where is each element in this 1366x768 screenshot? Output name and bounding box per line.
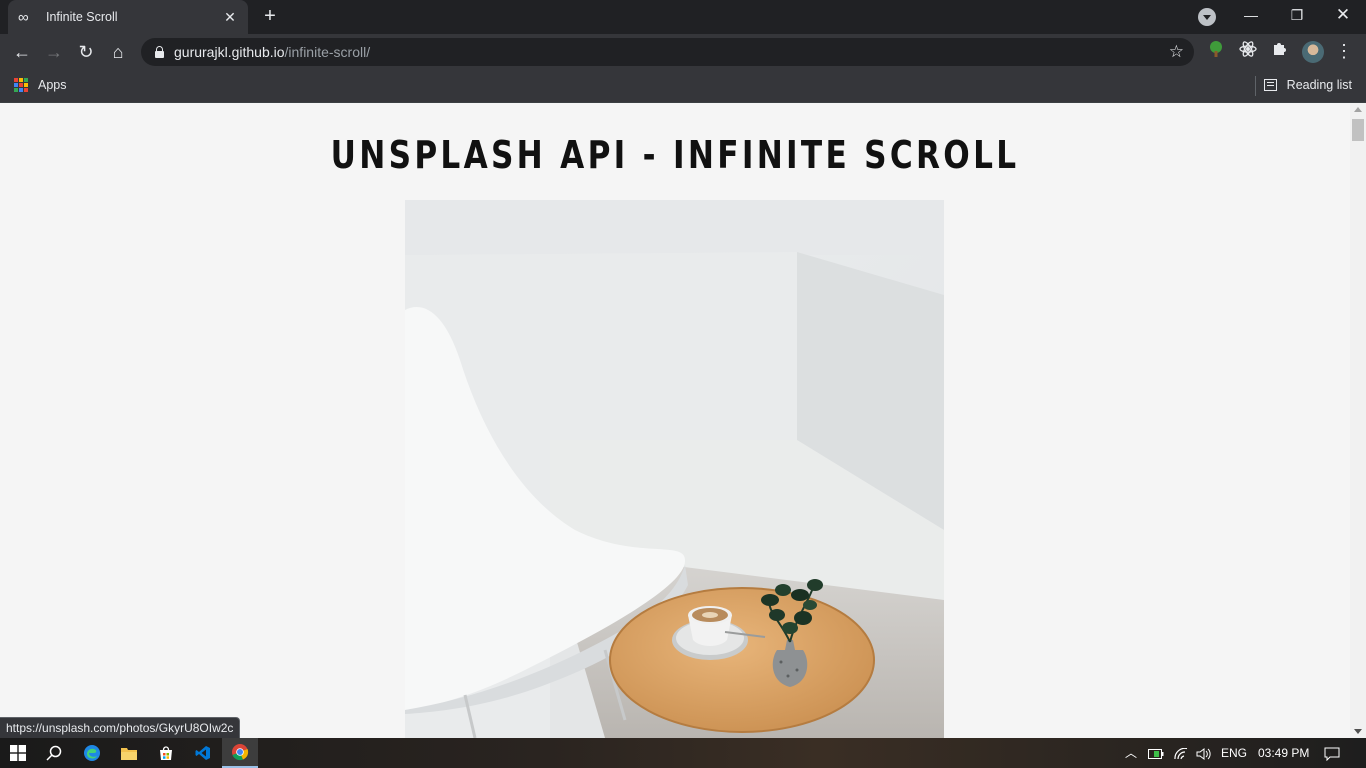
close-tab-icon[interactable]: ✕ xyxy=(222,9,238,25)
address-bar[interactable]: gururajkl.github.io/infinite-scroll/ ☆ xyxy=(141,38,1194,66)
microsoft-store-icon[interactable] xyxy=(148,738,184,768)
apps-grid-icon xyxy=(14,78,28,92)
lock-icon xyxy=(153,45,167,59)
reading-list-label: Reading list xyxy=(1286,78,1352,92)
vscode-icon[interactable] xyxy=(185,738,221,768)
apps-label: Apps xyxy=(38,78,67,92)
back-button[interactable]: ← xyxy=(8,38,36,66)
chrome-taskbar-icon[interactable] xyxy=(222,738,258,768)
scroll-down-arrow-icon[interactable] xyxy=(1354,729,1362,734)
page-title: UNSPLASH API - INFINITE SCROLL xyxy=(330,133,1020,177)
reload-button[interactable]: ↻ xyxy=(72,38,100,66)
extensions-puzzle-icon[interactable] xyxy=(1269,40,1291,62)
tab-infinite-scroll[interactable]: ∞ Infinite Scroll ✕ xyxy=(8,0,248,34)
reading-list-icon xyxy=(1263,79,1277,91)
browser-toolbar: ← → ↻ ⌂ gururajkl.github.io/infinite-scr… xyxy=(0,34,1366,70)
apps-shortcut[interactable]: Apps xyxy=(14,78,67,92)
bookmarks-divider xyxy=(1255,76,1256,96)
show-hidden-icons-chevron-icon[interactable]: ︿ xyxy=(1125,738,1137,768)
tab-title: Infinite Scroll xyxy=(46,10,118,24)
volume-icon[interactable] xyxy=(1196,738,1212,768)
unsplash-photo[interactable] xyxy=(405,200,944,738)
forward-button[interactable]: → xyxy=(40,38,68,66)
page-viewport: UNSPLASH API - INFINITE SCROLL https://u… xyxy=(0,103,1366,738)
windows-start-icon[interactable] xyxy=(0,738,36,768)
vertical-scrollbar[interactable] xyxy=(1350,103,1366,738)
tree-extension-icon[interactable] xyxy=(1205,40,1227,62)
battery-icon[interactable] xyxy=(1148,738,1164,768)
action-center-icon[interactable] xyxy=(1324,738,1340,768)
link-status-bubble: https://unsplash.com/photos/GkyrU8OIw2c xyxy=(0,717,241,738)
taskbar-clock[interactable]: 03:49 PM xyxy=(1258,738,1309,768)
bookmark-star-icon[interactable]: ☆ xyxy=(1169,42,1184,62)
bookmarks-bar: Apps Reading list xyxy=(0,70,1366,103)
restore-button[interactable]: ❐ xyxy=(1274,0,1320,30)
reading-list-button[interactable]: Reading list xyxy=(1263,78,1352,92)
search-icon[interactable] xyxy=(36,738,72,768)
react-devtools-icon[interactable] xyxy=(1237,40,1259,62)
close-window-button[interactable]: ✕ xyxy=(1320,0,1366,30)
windows-taskbar: ︿ ENG 03:49 PM xyxy=(0,738,1366,768)
url-host: gururajkl.github.io xyxy=(174,44,285,60)
edge-browser-icon[interactable] xyxy=(74,738,110,768)
profile-avatar[interactable] xyxy=(1302,41,1324,63)
infinity-icon: ∞ xyxy=(18,8,29,26)
url-path: /infinite-scroll/ xyxy=(284,44,371,60)
minimize-button[interactable]: — xyxy=(1228,0,1274,30)
scrollbar-thumb[interactable] xyxy=(1352,119,1364,141)
scroll-up-arrow-icon[interactable] xyxy=(1354,107,1362,112)
wifi-icon[interactable] xyxy=(1173,738,1189,768)
tab-search-button[interactable] xyxy=(1198,8,1216,26)
file-explorer-icon[interactable] xyxy=(111,738,147,768)
input-language[interactable]: ENG xyxy=(1221,738,1247,768)
home-button[interactable]: ⌂ xyxy=(104,38,132,66)
menu-kebab-icon[interactable]: ⋮ xyxy=(1333,40,1355,62)
tab-strip: ∞ Infinite Scroll ✕ + — ❐ ✕ xyxy=(0,0,1366,34)
new-tab-button[interactable]: + xyxy=(258,5,282,29)
